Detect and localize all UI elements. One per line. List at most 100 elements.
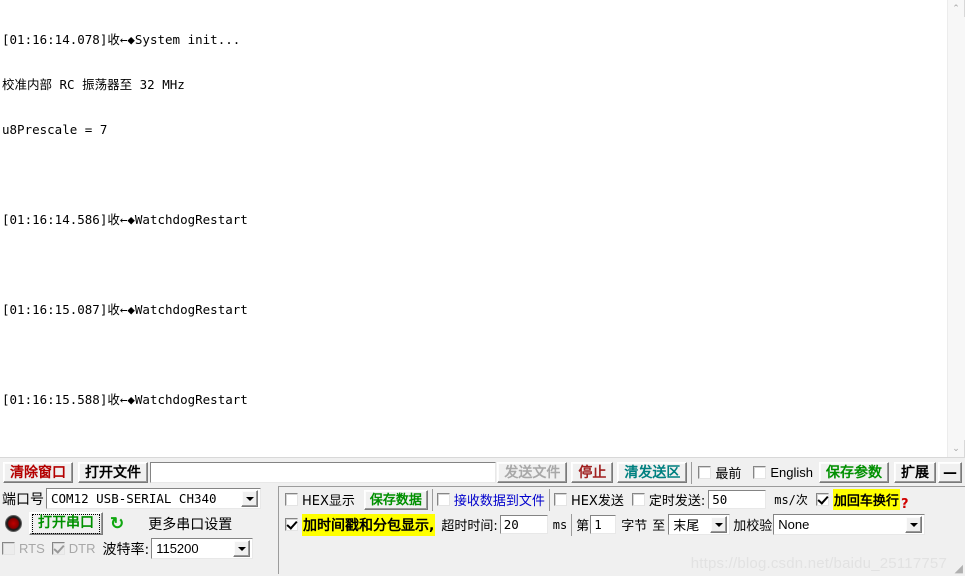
options-row-1: HEX显示 保存数据 接收数据到文件 HEX发送 定时发送: 50 ms/次 加… (279, 487, 965, 512)
options-row-2: 加时间戳和分包显示, 超时时间: 20 ms 第 1 字节 至 末尾 加校验 N… (279, 512, 965, 537)
chevron-down-icon[interactable] (710, 516, 728, 533)
checkbox-box-hex-display[interactable] (285, 493, 298, 506)
checkbox-box-rts[interactable] (2, 542, 15, 555)
checksum-select[interactable]: None (773, 514, 926, 535)
timed-send-unit: ms/次 (774, 493, 808, 507)
open-port-row: 打开串口 ↻ 更多串口设置 (0, 511, 278, 536)
clear-send-area-button[interactable]: 清发送区 (617, 462, 688, 483)
divider (691, 461, 693, 484)
baud-select[interactable]: 115200 (151, 538, 254, 559)
hex-display-label: HEX显示 (302, 494, 355, 509)
english-label: English (770, 465, 813, 480)
terminal-scrollbar[interactable]: ⌃ ⌄ (947, 0, 965, 457)
chevron-down-icon[interactable] (905, 516, 923, 533)
open-port-button[interactable]: 打开串口 (29, 512, 103, 535)
baud-label: 波特率: (102, 541, 150, 558)
open-file-button[interactable]: 打开文件 (78, 462, 148, 483)
timeout-input[interactable]: 20 (499, 515, 548, 534)
terminal-spacer (2, 167, 947, 182)
checksum-select-value: None (778, 517, 810, 532)
divider (571, 513, 573, 536)
timeout-unit: ms (552, 517, 568, 532)
status-led-icon (5, 515, 22, 532)
checkbox-box-dtr[interactable] (51, 542, 65, 555)
port-settings-panel: 端口号 COM12 USB-SERIAL CH340 打开串口 ↻ 更多串口设置… (0, 486, 278, 574)
checkbox-box-topmost[interactable] (698, 466, 712, 479)
timed-send-checkbox[interactable]: 定时发送: (631, 490, 706, 509)
checkbox-box-timestamp[interactable] (285, 518, 298, 531)
minimize-button[interactable]: — (938, 462, 962, 483)
crlf-label: 加回车换行 (832, 489, 900, 510)
send-input[interactable] (150, 462, 497, 483)
terminal-line: [01:16:15.087]收←◆WatchdogRestart (2, 302, 248, 317)
send-file-button[interactable]: 发送文件 (497, 462, 568, 483)
terminal-spacer (2, 257, 947, 272)
english-checkbox[interactable]: English (753, 465, 813, 480)
topmost-checkbox[interactable]: 最前 (698, 463, 741, 482)
terminal-spacer (2, 347, 947, 362)
rts-label: RTS (19, 541, 45, 556)
terminal-line: 校准内部 RC 振荡器至 32 MHz (2, 77, 185, 92)
divider (548, 488, 550, 511)
timeout-label: 超时时间: (441, 519, 498, 534)
scroll-down-icon[interactable]: ⌄ (948, 440, 965, 457)
checkbox-box-timed-send[interactable] (631, 493, 645, 506)
checkbox-box-recv-to-file[interactable] (436, 493, 450, 506)
byte-from-label: 第 (576, 519, 590, 534)
timed-send-input[interactable]: 50 (708, 490, 767, 509)
byte-to-select[interactable]: 末尾 (668, 514, 731, 535)
timed-send-label: 定时发送: (648, 494, 706, 509)
recv-to-file-checkbox[interactable]: 接收数据到文件 (436, 490, 545, 509)
flow-control-row: RTS DTR 波特率: 115200 (0, 536, 278, 561)
baud-select-value: 115200 (156, 541, 199, 556)
checkbox-box-english[interactable] (753, 466, 767, 479)
terminal-output[interactable]: [01:16:14.078]收←◆System init... 校准内部 RC … (0, 0, 947, 457)
timestamp-checkbox[interactable]: 加时间戳和分包显示, (285, 513, 436, 536)
byte-to-label: 至 (652, 519, 666, 534)
terminal-spacer (2, 437, 947, 452)
chevron-down-icon[interactable] (241, 490, 258, 507)
recv-to-file-label: 接收数据到文件 (453, 494, 545, 509)
terminal-line: [01:16:14.586]收←◆WatchdogRestart (2, 212, 248, 227)
dtr-checkbox[interactable]: DTR (51, 541, 96, 556)
checkbox-box-crlf[interactable] (815, 493, 829, 506)
port-row: 端口号 COM12 USB-SERIAL CH340 (0, 486, 278, 511)
byte-to-select-value: 末尾 (673, 519, 700, 534)
save-params-button[interactable]: 保存参数 (819, 462, 889, 483)
terminal-line: u8Prescale = 7 (2, 122, 108, 137)
receive-area[interactable]: [01:16:14.078]收←◆System init... 校准内部 RC … (0, 0, 965, 458)
hex-display-checkbox[interactable]: HEX显示 (285, 490, 355, 509)
scrollbar-track[interactable] (947, 17, 965, 440)
hex-send-checkbox[interactable]: HEX发送 (553, 490, 624, 509)
byte-label: 字节 (621, 519, 648, 534)
clear-window-button[interactable]: 清除窗口 (3, 462, 73, 483)
chevron-down-icon[interactable] (233, 540, 251, 557)
more-settings-button[interactable]: 更多串口设置 (148, 514, 232, 534)
byte-from-input[interactable]: 1 (590, 515, 617, 534)
checkbox-box-hex-send[interactable] (553, 493, 567, 506)
rts-checkbox[interactable]: RTS (2, 541, 45, 556)
extend-button[interactable]: 扩展 (894, 462, 936, 483)
scroll-up-icon[interactable]: ⌃ (948, 0, 965, 17)
checksum-label: 加校验 (733, 519, 773, 534)
divider (431, 488, 433, 511)
help-icon[interactable]: ? (901, 497, 909, 512)
sscom-window: [01:16:14.078]收←◆System init... 校准内部 RC … (0, 0, 965, 576)
timestamp-label: 加时间戳和分包显示, (302, 513, 436, 536)
port-label: 端口号 (2, 491, 44, 508)
dtr-label: DTR (68, 541, 96, 556)
port-select-value: COM12 USB-SERIAL CH340 (51, 491, 217, 506)
open-port-label: 打开串口 (32, 513, 100, 534)
toolbar-row-1: 清除窗口 打开文件 发送文件 停止 清发送区 最前 English 保存参数 扩… (0, 460, 965, 485)
terminal-line: [01:16:14.078]收←◆System init... (2, 32, 241, 47)
stop-button[interactable]: 停止 (571, 462, 614, 483)
resize-grip-icon[interactable]: ◢ (955, 562, 963, 575)
refresh-icon[interactable]: ↻ (110, 515, 124, 532)
topmost-label: 最前 (715, 467, 742, 482)
control-panel: 清除窗口 打开文件 发送文件 停止 清发送区 最前 English 保存参数 扩… (0, 458, 965, 576)
save-data-button[interactable]: 保存数据 (363, 489, 428, 510)
hex-send-label: HEX发送 (570, 494, 624, 509)
terminal-line: [01:16:15.588]收←◆WatchdogRestart (2, 392, 248, 407)
port-select[interactable]: COM12 USB-SERIAL CH340 (46, 488, 261, 509)
crlf-checkbox[interactable]: 加回车换行 (815, 489, 900, 510)
